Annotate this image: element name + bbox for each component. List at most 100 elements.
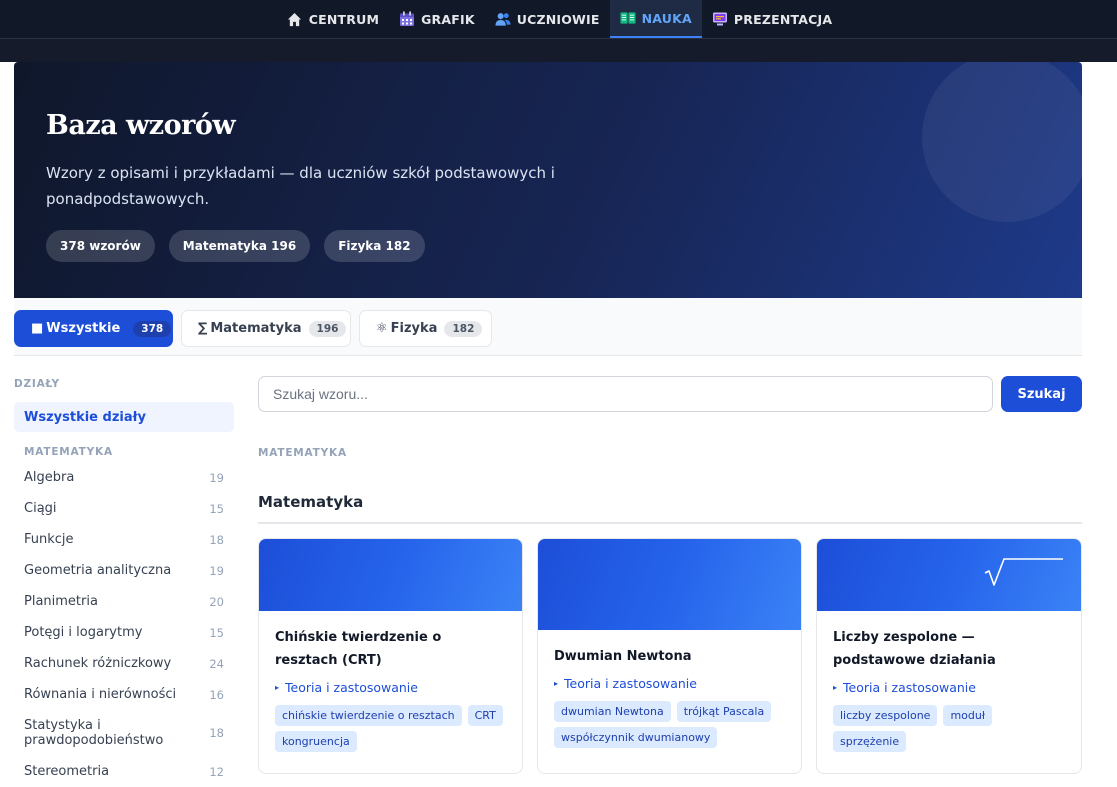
sidebar-item-count: 18 (209, 726, 224, 740)
tab-physics[interactable]: ⚛ Fizyka 182 (359, 310, 492, 347)
nav-item-prezentacja[interactable]: PREZENTACJA (702, 0, 842, 38)
sidebar-group-label: MATEMATYKA (24, 446, 113, 458)
stat-chip-total: 378 wzorów (46, 230, 155, 262)
sidebar-item-count: 24 (209, 656, 224, 671)
sidebar-item-funkcje[interactable]: Funkcje 18 (14, 524, 234, 555)
calendar-icon (399, 11, 415, 27)
square-icon: ■ (31, 321, 44, 336)
nav-label: CENTRUM (308, 11, 380, 27)
card-banner (538, 539, 801, 630)
card-category-label: Teoria i zastosowanie (285, 680, 418, 695)
card-category-label: Teoria i zastosowanie (564, 676, 697, 691)
nav-label: PREZENTACJA (733, 11, 833, 27)
tag[interactable]: kongruencja (275, 731, 357, 752)
triangle-right-icon: ▸ (833, 683, 838, 692)
tag[interactable]: liczby zespolone (833, 705, 938, 726)
sidebar-item-ciagi[interactable]: Ciągi 15 (14, 493, 234, 524)
formula-card[interactable]: Dwumian Newtona ▸ Teoria i zastosowanie … (537, 538, 802, 774)
sidebar-heading: DZIAŁY (14, 378, 60, 390)
sidebar-item-planimetria[interactable]: Planimetria 20 (14, 586, 234, 617)
tab-count: 196 (308, 320, 347, 337)
sidebar-item-label: Geometria analityczna (24, 563, 172, 578)
nav-label: GRAFIK (421, 11, 475, 27)
sidebar-item-algebra[interactable]: Algebra 19 (14, 462, 234, 493)
tab-math[interactable]: ∑ Matematyka 196 (181, 310, 351, 347)
sidebar-item-label: Ciągi (24, 501, 57, 516)
sidebar-item-count: 18 (209, 532, 224, 547)
nav-item-nauka[interactable]: NAUKA (609, 0, 702, 38)
card-category: ▸ Teoria i zastosowanie (275, 680, 506, 695)
tag[interactable]: sprzężenie (833, 731, 907, 752)
top-navigation: CENTRUM GRAFIK UCZNIOWIE NAUKA PREZENTAC… (0, 0, 1117, 38)
page-title: Baza wzorów (46, 110, 236, 141)
book-icon (620, 10, 636, 26)
users-icon (495, 11, 511, 27)
sidebar-item-count: 12 (209, 764, 224, 779)
section-label: MATEMATYKA (258, 447, 347, 459)
sigma-icon: ∑ (198, 321, 208, 336)
tab-label: Wszystkie (46, 321, 121, 336)
sidebar-item-count: 19 (209, 470, 224, 485)
section-title: Matematyka (258, 493, 1082, 524)
subject-tabs: ■ Wszystkie 378 ∑ Matematyka 196 ⚛ Fizyk… (14, 298, 1082, 356)
tab-count: 182 (444, 320, 483, 337)
sections-sidebar: DZIAŁY Wszystkie działy MATEMATYKA Algeb… (14, 370, 234, 787)
sidebar-item-stereometria[interactable]: Stereometria 12 (14, 756, 234, 787)
sub-header-bar (0, 38, 1117, 62)
home-icon (287, 11, 303, 27)
formula-card[interactable]: Liczby zespolone — podstawowe działania … (816, 538, 1082, 774)
sidebar-item-label: Algebra (24, 470, 75, 485)
tab-label: Matematyka (210, 321, 302, 336)
card-tags: dwumian Newtona trójkąt Pascala współczy… (554, 701, 785, 748)
sidebar-item-count: 15 (209, 625, 224, 640)
sidebar-item-count: 20 (209, 594, 224, 609)
nav-label: NAUKA (641, 10, 692, 26)
sidebar-item-statystyka[interactable]: Statystyka i prawdopodobieństwo 18 (14, 710, 234, 756)
stat-chip-physics: Fizyka 182 (324, 230, 425, 262)
nav-item-grafik[interactable]: GRAFIK (389, 0, 485, 38)
card-tags: chińskie twierdzenie o resztach CRT kong… (275, 705, 506, 752)
card-title: Chińskie twierdzenie o resztach (CRT) (275, 630, 442, 668)
search-input[interactable] (258, 376, 993, 412)
card-banner (259, 539, 522, 611)
tag[interactable]: moduł (943, 705, 992, 726)
stat-chip-math: Matematyka 196 (168, 230, 311, 262)
card-title: Liczby zespolone — podstawowe działania (833, 630, 996, 668)
sidebar-item-count: 16 (209, 687, 224, 702)
sidebar-item-rownania-i-nierownosci[interactable]: Równania i nierówności 16 (14, 679, 234, 710)
card-category-label: Teoria i zastosowanie (843, 680, 976, 695)
search-button[interactable]: Szukaj (1001, 376, 1082, 412)
triangle-right-icon: ▸ (275, 683, 280, 692)
sidebar-item-potegi-i-logarytmy[interactable]: Potęgi i logarytmy 15 (14, 617, 234, 648)
triangle-right-icon: ▸ (554, 679, 559, 688)
square-root-icon (983, 557, 1065, 593)
hero-banner: Baza wzorów Wzory z opisami i przykładam… (14, 62, 1082, 298)
sidebar-item-all[interactable]: Wszystkie działy (14, 402, 234, 432)
tab-all[interactable]: ■ Wszystkie 378 (14, 310, 173, 347)
presentation-icon (712, 11, 728, 27)
sidebar-item-geometria-analityczna[interactable]: Geometria analityczna 19 (14, 555, 234, 586)
sidebar-item-label: Potęgi i logarytmy (24, 625, 143, 640)
card-tags: liczby zespolone moduł sprzężenie (833, 705, 1065, 752)
tag[interactable]: CRT (467, 705, 503, 726)
sidebar-item-label: Rachunek różniczkowy (24, 656, 172, 671)
decorative-circle (922, 62, 1082, 222)
sidebar-item-label: Stereometria (24, 764, 110, 779)
tag[interactable]: współczynnik dwumianowy (554, 727, 718, 748)
sidebar-item-rachunek-rozniczkowy[interactable]: Rachunek różniczkowy 24 (14, 648, 234, 679)
nav-label: UCZNIOWIE (516, 11, 600, 27)
search-bar: Szukaj (258, 376, 1082, 412)
sidebar-item-label: Statystyka i prawdopodobieństwo (24, 718, 164, 748)
formula-card[interactable]: Chińskie twierdzenie o resztach (CRT) ▸ … (258, 538, 523, 774)
nav-item-centrum[interactable]: CENTRUM (277, 0, 389, 38)
sidebar-item-count: 15 (209, 501, 224, 516)
card-category: ▸ Teoria i zastosowanie (833, 680, 1065, 695)
tab-count: 378 (133, 320, 172, 337)
card-banner (817, 539, 1081, 611)
nav-item-uczniowie[interactable]: UCZNIOWIE (485, 0, 610, 38)
tag[interactable]: trójkąt Pascala (676, 701, 772, 722)
tag[interactable]: dwumian Newtona (554, 701, 671, 722)
sidebar-item-label: Równania i nierówności (24, 687, 177, 702)
tag[interactable]: chińskie twierdzenie o resztach (275, 705, 462, 726)
sidebar-item-count: 19 (209, 563, 224, 578)
